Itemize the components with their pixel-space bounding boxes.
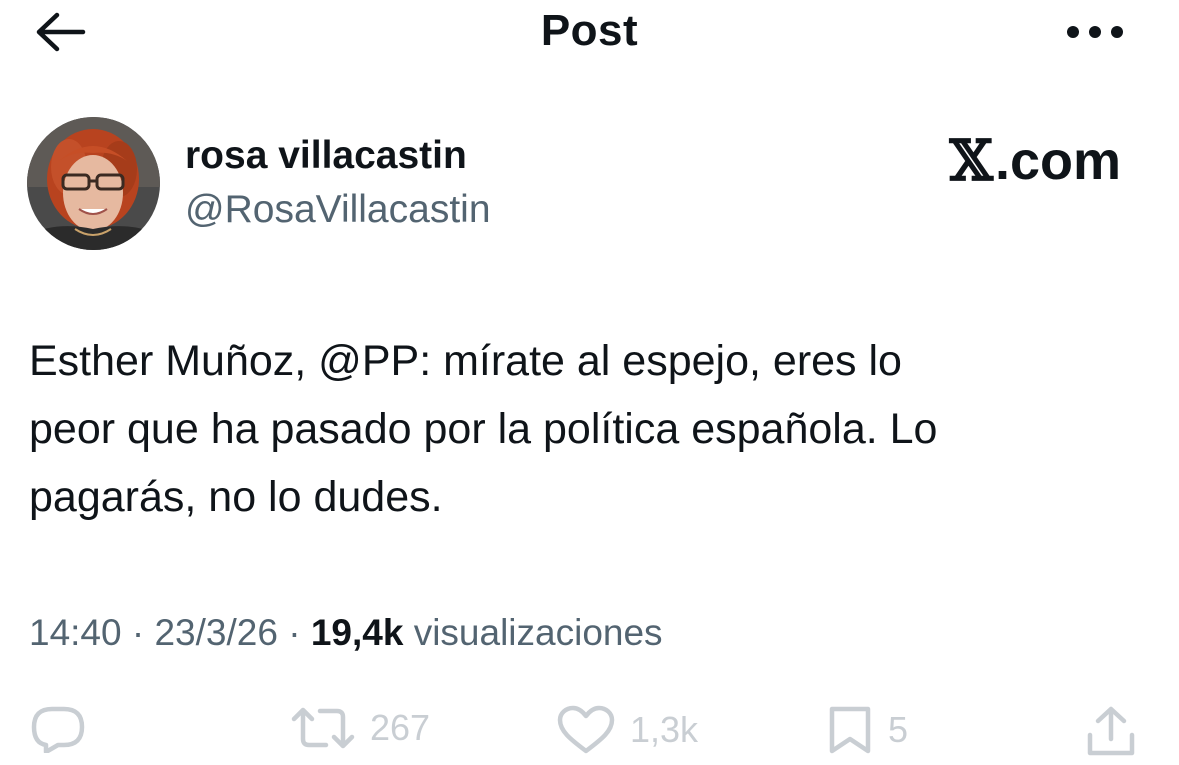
- views-label[interactable]: visualizaciones: [414, 612, 663, 653]
- bookmark-button[interactable]: 5: [826, 705, 908, 755]
- more-options-button[interactable]: [1063, 14, 1127, 50]
- retweet-button[interactable]: 267: [290, 705, 430, 751]
- like-button[interactable]: 1,3k: [556, 705, 698, 755]
- meta-separator: ·: [131, 612, 145, 653]
- retweet-count: 267: [370, 707, 431, 748]
- post-text-line: pagarás, no lo dudes.: [29, 473, 443, 521]
- post-meta: 14:40 · 23/3/26 · 19,4k visualizaciones: [29, 612, 663, 654]
- avatar-photo-icon: [27, 117, 160, 250]
- heart-icon: [557, 705, 615, 754]
- reply-button[interactable]: [30, 705, 86, 753]
- top-bar: Post: [0, 0, 1179, 70]
- brand-domain: .com: [994, 131, 1121, 191]
- x-logo-icon: 𝕏: [949, 128, 993, 194]
- post-text-line: peor que ha pasado por la política españ…: [29, 405, 938, 453]
- post-text: Esther Muñoz, @PP: mírate al espejo, ere…: [29, 327, 1149, 531]
- post-text-line: Esther Muñoz, @PP: mírate al espejo, ere…: [29, 337, 902, 385]
- bookmark-count: 5: [888, 709, 909, 750]
- more-horizontal-icon: [1067, 26, 1123, 38]
- avatar[interactable]: [27, 117, 160, 250]
- author-name[interactable]: rosa villacastin: [185, 134, 467, 178]
- retweet-icon: [291, 707, 355, 749]
- meta-separator: ·: [288, 612, 301, 653]
- post-date[interactable]: 23/3/26: [154, 612, 277, 653]
- action-bar: 267 1,3k 5: [0, 705, 1179, 765]
- views-count[interactable]: 19,4k: [311, 612, 404, 653]
- page-title: Post: [540, 6, 639, 55]
- share-icon: [1087, 706, 1135, 756]
- author-handle[interactable]: @RosaVillacastin: [185, 188, 491, 232]
- bookmark-icon: [829, 706, 871, 754]
- post-time[interactable]: 14:40: [29, 612, 122, 653]
- share-button[interactable]: [1086, 705, 1136, 757]
- like-count: 1,3k: [630, 709, 699, 750]
- x-com-logo: 𝕏 .com: [950, 128, 1122, 194]
- reply-icon: [31, 706, 85, 753]
